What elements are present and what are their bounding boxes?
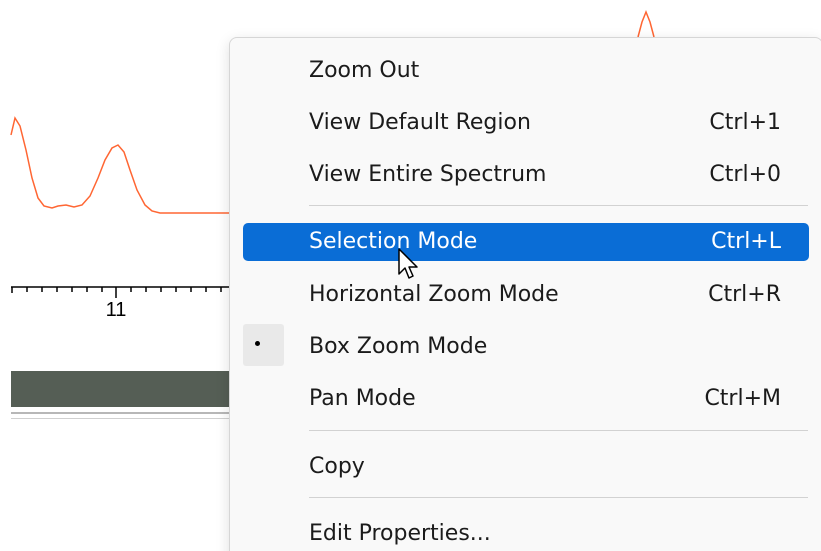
menu-item-label: Zoom Out: [309, 58, 420, 83]
context-menu: Zoom Out View Default Region Ctrl+1 View…: [229, 37, 821, 551]
menu-item-label: Box Zoom Mode: [309, 334, 488, 359]
menu-separator: [309, 205, 808, 206]
menu-item-shortcut: Ctrl+M: [704, 386, 781, 411]
menu-item-pan-mode[interactable]: Pan Mode Ctrl+M: [243, 380, 809, 418]
menu-item-box-zoom-mode[interactable]: Box Zoom Mode: [243, 324, 809, 366]
menu-item-shortcut: Ctrl+R: [708, 282, 781, 307]
arrow-cursor-icon: [398, 248, 418, 279]
menu-item-label: Selection Mode: [309, 229, 478, 254]
menu-item-selection-mode[interactable]: Selection Mode Ctrl+L: [243, 223, 809, 261]
radio-dot-icon: [255, 341, 260, 346]
menu-separator: [309, 430, 808, 431]
menu-separator: [309, 497, 808, 498]
menu-item-view-entire-spectrum[interactable]: View Entire Spectrum Ctrl+0: [243, 156, 809, 194]
menu-item-label: View Entire Spectrum: [309, 162, 547, 187]
menu-item-label: View Default Region: [309, 110, 531, 135]
x-axis-tick-label: 11: [105, 299, 127, 321]
spectrum-trace: [10, 116, 229, 214]
menu-item-shortcut: Ctrl+1: [709, 110, 781, 135]
menu-item-edit-properties[interactable]: Edit Properties...: [243, 515, 809, 551]
menu-item-shortcut: Ctrl+0: [709, 162, 781, 187]
menu-item-zoom-out[interactable]: Zoom Out: [243, 52, 809, 90]
menu-item-view-default-region[interactable]: View Default Region Ctrl+1: [243, 104, 809, 142]
menu-item-label: Horizontal Zoom Mode: [309, 282, 559, 307]
spectrum-trace-peak: [637, 9, 655, 38]
x-axis-ticks: [11, 287, 222, 298]
menu-item-copy[interactable]: Copy: [243, 448, 809, 486]
menu-item-horizontal-zoom-mode[interactable]: Horizontal Zoom Mode Ctrl+R: [243, 276, 809, 314]
menu-item-label: Edit Properties...: [309, 521, 491, 546]
menu-item-label: Copy: [309, 454, 365, 479]
checked-indicator: [243, 324, 284, 366]
app-window: 11 Zoom Out View Default Region Ctrl+1 V…: [0, 0, 821, 551]
menu-item-label: Pan Mode: [309, 386, 416, 411]
menu-item-shortcut: Ctrl+L: [711, 229, 781, 254]
